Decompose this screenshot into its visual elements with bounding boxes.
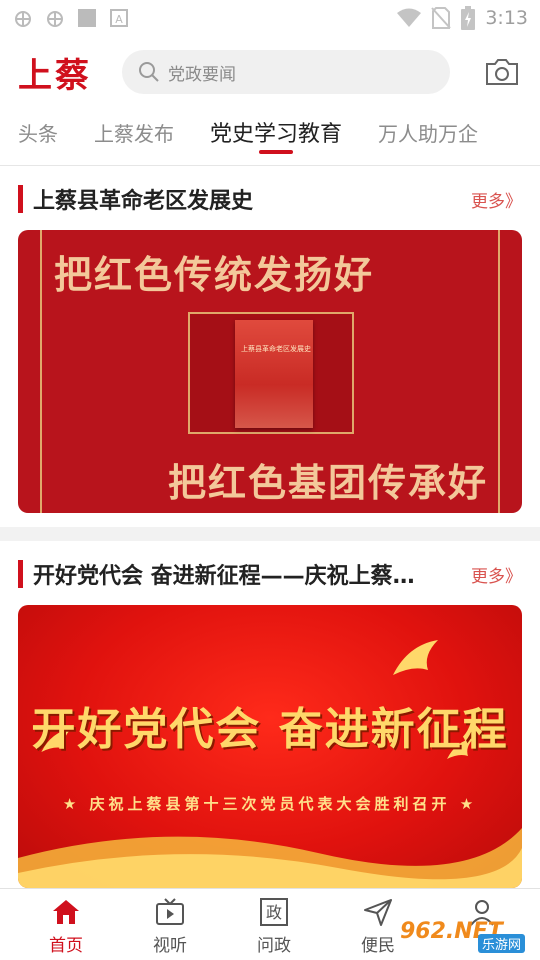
nav-wenzheng[interactable]: 政 问政 (222, 889, 326, 960)
more-link[interactable]: 更多》 (471, 562, 522, 587)
svg-text:A: A (115, 13, 123, 26)
dove-icon (393, 640, 438, 675)
section-header: 开好党代会 奋进新征程——庆祝上蔡… 更多》 (18, 557, 522, 591)
section-card: 上蔡县革命老区发展史 更多》 把红色传统发扬好 上蔡县革命老区发展史 把红色基团… (0, 166, 540, 527)
square-icon (78, 9, 96, 27)
status-left-icons: A (12, 8, 130, 28)
status-right: 3:13 (397, 6, 528, 30)
banner-slogan-2: 把红色基团传承好 (167, 461, 488, 505)
section-header: 上蔡县革命老区发展史 更多》 (18, 182, 522, 216)
app-header: 上蔡 党政要闻 (0, 36, 540, 108)
section-card: 开好党代会 奋进新征程——庆祝上蔡… 更多》 开好党代会 奋进新征程 ★ 庆祝上… (0, 541, 540, 902)
section-accent-bar (18, 185, 23, 213)
more-link[interactable]: 更多》 (471, 187, 522, 212)
banner-title: 开好党代会 奋进新征程 (31, 704, 509, 755)
feed: 上蔡县革命老区发展史 更多》 把红色传统发扬好 上蔡县革命老区发展史 把红色基团… (0, 166, 540, 902)
tab-wanren-zhuwanqi[interactable]: 万人助万企 (378, 108, 478, 147)
watermark-sub: 乐游网 (478, 934, 526, 953)
status-time: 3:13 (485, 7, 528, 29)
watermark: 962.NET 乐游网 (400, 908, 540, 954)
home-icon (53, 900, 79, 924)
camera-button[interactable] (482, 54, 522, 90)
book-cover: 上蔡县革命老区发展史 (235, 320, 313, 428)
battery-icon (461, 6, 476, 30)
active-tab-indicator (259, 150, 293, 154)
book-frame: 上蔡县革命老区发展史 (188, 312, 354, 434)
svg-text:政: 政 (266, 903, 282, 922)
send-icon (364, 899, 392, 926)
channel-tabs: 头条 上蔡发布 党史学习教育 万人助万企 (0, 108, 540, 166)
section-title[interactable]: 开好党代会 奋进新征程——庆祝上蔡… (33, 558, 415, 590)
app-logo: 上蔡 (18, 55, 92, 96)
search-icon (139, 62, 159, 82)
camera-icon (486, 59, 518, 85)
zheng-icon: 政 (260, 898, 288, 926)
tab-dangshi-xuexi[interactable]: 党史学习教育 (210, 108, 342, 154)
bug-icon (15, 11, 31, 27)
search-placeholder: 党政要闻 (168, 64, 236, 85)
section-banner[interactable]: 把红色传统发扬好 上蔡县革命老区发展史 把红色基团传承好 (18, 230, 522, 513)
nav-shiting[interactable]: 视听 (118, 889, 222, 960)
section-title[interactable]: 上蔡县革命老区发展史 (33, 183, 253, 215)
no-sim-icon (431, 7, 452, 29)
tv-icon (156, 898, 184, 925)
tab-toutiao[interactable]: 头条 (18, 108, 58, 147)
gold-ribbon (18, 828, 522, 888)
banner-slogan-1: 把红色传统发扬好 (54, 253, 375, 297)
section-banner[interactable]: 开好党代会 奋进新征程 ★ 庆祝上蔡县第十三次党员代表大会胜利召开 ★ (18, 605, 522, 888)
section-accent-bar (18, 560, 23, 588)
a-icon: A (110, 9, 128, 27)
tab-shangcai-fabu[interactable]: 上蔡发布 (94, 108, 174, 147)
bug-icon (47, 11, 63, 27)
wifi-icon (397, 8, 422, 27)
status-bar: A 3:13 (0, 0, 540, 36)
search-bar[interactable]: 党政要闻 (122, 50, 450, 94)
book-title: 上蔡县革命老区发展史 (241, 345, 311, 353)
nav-home[interactable]: 首页 (14, 889, 118, 960)
